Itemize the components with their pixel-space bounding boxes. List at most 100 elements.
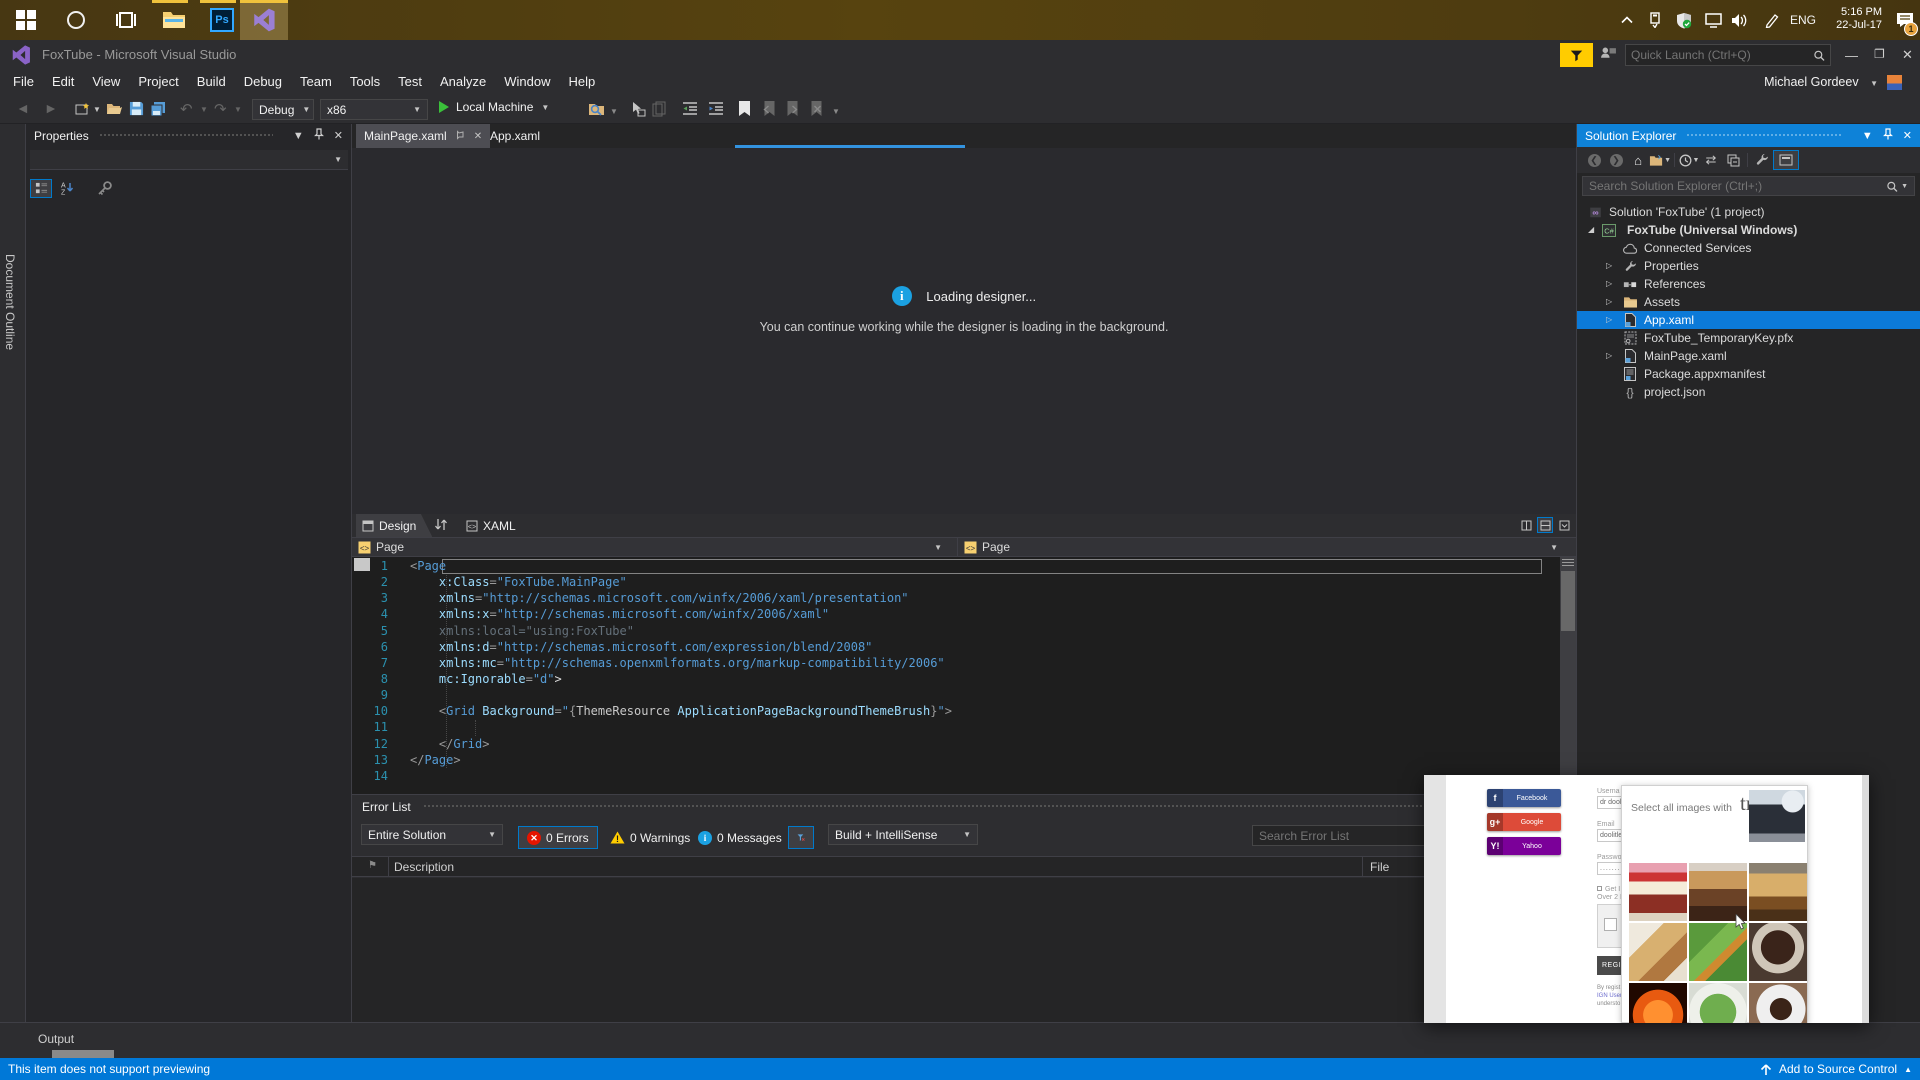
menu-view[interactable]: View <box>83 70 129 93</box>
document-outline-tab[interactable]: Document Outline <box>3 254 17 350</box>
platform-dropdown[interactable]: x86 ▼ <box>320 99 428 120</box>
code-line-13[interactable]: 13 </Page> <box>352 752 952 768</box>
categorized-view-button[interactable] <box>30 178 52 198</box>
code-line-8[interactable]: 8 mc:Ignorable="d"> <box>352 671 952 687</box>
file-column-header[interactable]: File <box>1370 860 1389 874</box>
menu-edit[interactable]: Edit <box>43 70 83 93</box>
back-button[interactable]: ❮ <box>1583 150 1605 170</box>
breadcrumb-right[interactable]: <> Page ▼ <box>962 538 1572 556</box>
tray-clock[interactable]: 5:16 PM 22-Jul-17 <box>1836 6 1882 46</box>
scrollbar-thumb[interactable] <box>1561 571 1575 631</box>
tree-item-properties[interactable]: ▷ Properties <box>1577 257 1920 275</box>
tray-network[interactable] <box>1705 0 1722 40</box>
tree-item-mainpage-xaml[interactable]: ▷ MainPage.xaml <box>1577 347 1920 365</box>
signed-in-user[interactable]: Michael Gordeev ▼ <box>1764 75 1878 89</box>
copy-disabled-icon[interactable] <box>652 101 667 117</box>
code-line-9[interactable]: 9 <box>352 687 952 703</box>
code-line-12[interactable]: 12 </Grid> <box>352 736 952 752</box>
tree-item-references[interactable]: ▷ References <box>1577 275 1920 293</box>
menu-analyze[interactable]: Analyze <box>431 70 495 93</box>
collapse-pane-button[interactable] <box>1556 517 1572 533</box>
cortana-button[interactable] <box>52 0 100 40</box>
restore-button[interactable]: ❐ <box>1874 47 1885 61</box>
increase-indent-icon[interactable] <box>708 101 724 116</box>
start-debug-button[interactable]: Local Machine ▼ <box>438 100 549 114</box>
pin-icon[interactable] <box>455 130 467 142</box>
pin-icon[interactable] <box>313 128 324 143</box>
code-line-2[interactable]: 2 x:Class="FoxTube.MainPage" <box>352 574 952 590</box>
captcha-image-iced-dessert[interactable] <box>1689 863 1747 921</box>
menu-debug[interactable]: Debug <box>235 70 291 93</box>
tree-item-foxtube-universal-windows[interactable]: ◢ C# FoxTube (Universal Windows) <box>1577 221 1920 239</box>
drag-handle[interactable] <box>1686 133 1842 138</box>
solution-explorer-search-box[interactable]: ▼ <box>1582 176 1915 196</box>
collapse-all-button[interactable] <box>1722 150 1744 170</box>
close-icon[interactable]: ✕ <box>474 131 482 142</box>
code-line-7[interactable]: 7 xmlns:mc="http://schemas.openxmlformat… <box>352 655 952 671</box>
horizontal-split-button[interactable] <box>1537 517 1553 533</box>
pending-changes-filter-button[interactable]: ▼ <box>1678 150 1700 170</box>
breadcrumb-left[interactable]: <> Page ▼ <box>356 538 956 556</box>
menu-window[interactable]: Window <box>495 70 559 93</box>
previous-bookmark-icon[interactable] <box>762 100 776 117</box>
warnings-filter-button[interactable]: ! 0 Warnings <box>602 826 699 849</box>
code-line-4[interactable]: 4 xmlns:x="http://schemas.microsoft.com/… <box>352 606 952 622</box>
vs-title-bar[interactable]: FoxTube - Microsoft Visual Studio — ❐ ✕ <box>0 40 1920 70</box>
solution-explorer-header[interactable]: Solution Explorer ▼ ✕ <box>1577 124 1920 147</box>
tab-mainpage-xaml[interactable]: MainPage.xaml ✕ <box>356 124 491 148</box>
newsletter-checkbox[interactable] <box>1597 886 1602 891</box>
property-pages-button[interactable] <box>94 179 116 198</box>
configuration-dropdown[interactable]: Debug ▼ <box>252 99 314 120</box>
selected-object-dropdown[interactable]: ▼ <box>30 150 348 170</box>
redo-icon[interactable]: ↷ <box>214 100 227 118</box>
expander-open-icon[interactable]: ◢ <box>1588 225 1594 234</box>
task-view-button[interactable] <box>102 0 150 40</box>
expander-closed-icon[interactable]: ▷ <box>1606 279 1612 288</box>
tray-usb[interactable] <box>1648 0 1662 40</box>
preview-selected-items-button[interactable] <box>1773 150 1799 170</box>
solution-explorer-search-input[interactable] <box>1589 179 1886 193</box>
page-scrollbar[interactable] <box>1862 775 1869 1023</box>
home-button[interactable]: ⌂ <box>1627 150 1649 170</box>
vertical-split-button[interactable] <box>1518 517 1534 533</box>
tree-item-project-json[interactable]: {} project.json <box>1577 383 1920 401</box>
yahoo-login-button[interactable]: Y! Yahoo <box>1487 837 1561 855</box>
save-icon[interactable] <box>129 101 144 116</box>
captcha-image-coffee-beans-cup[interactable] <box>1749 923 1807 981</box>
start-button[interactable] <box>2 0 50 40</box>
window-position-icon[interactable]: ▼ <box>1862 130 1873 142</box>
file-explorer-button[interactable] <box>150 0 198 40</box>
code-line-11[interactable]: 11 <box>352 719 952 735</box>
chevron-down-icon[interactable]: ▼ <box>93 105 101 114</box>
splitter-grip[interactable] <box>1562 559 1574 568</box>
code-line-10[interactable]: 10 <Grid Background="{ThemeResource Appl… <box>352 703 952 719</box>
undo-icon[interactable]: ↶ <box>180 100 193 118</box>
minimize-button[interactable]: — <box>1845 48 1858 63</box>
design-tab[interactable]: Design <box>356 514 433 537</box>
tree-item-assets[interactable]: ▷ Assets <box>1577 293 1920 311</box>
tree-item-solution-foxtube-1-project[interactable]: ∞ Solution 'FoxTube' (1 project) <box>1577 203 1920 221</box>
open-file-icon[interactable] <box>106 101 123 117</box>
drag-handle[interactable] <box>422 804 1556 809</box>
properties-shortcut-button[interactable] <box>1751 150 1773 170</box>
photoshop-button[interactable]: Ps <box>198 0 246 40</box>
severity-column-icon[interactable]: ⚑ <box>368 860 377 871</box>
navigate-back-icon[interactable]: ◄ <box>16 100 30 116</box>
google-login-button[interactable]: g+ Google <box>1487 813 1561 831</box>
fine-print-link[interactable]: IGN User <box>1597 993 1622 999</box>
error-scope-dropdown[interactable]: Entire Solution ▼ <box>361 824 503 845</box>
bookmark-icon[interactable] <box>738 100 751 117</box>
visual-studio-button[interactable] <box>240 0 288 40</box>
sync-with-active-document-button[interactable]: ⇄ <box>1700 150 1722 170</box>
navigate-forward-icon[interactable]: ► <box>44 100 58 116</box>
quick-launch-input[interactable] <box>1631 48 1813 62</box>
switch-views-button[interactable]: ▼ <box>1649 150 1671 170</box>
tree-item-foxtube-temporarykey-pfx[interactable]: FoxTube_TemporaryKey.pfx <box>1577 329 1920 347</box>
tray-action-center[interactable]: 1 <box>1896 0 1918 40</box>
output-tab[interactable] <box>52 1050 114 1058</box>
facebook-login-button[interactable]: f Facebook <box>1487 789 1561 807</box>
save-all-icon[interactable] <box>150 101 167 117</box>
feedback-button[interactable] <box>1560 43 1593 67</box>
captcha-image-strawberry-cake[interactable] <box>1629 863 1687 921</box>
tree-item-package-appxmanifest[interactable]: Package.appxmanifest <box>1577 365 1920 383</box>
